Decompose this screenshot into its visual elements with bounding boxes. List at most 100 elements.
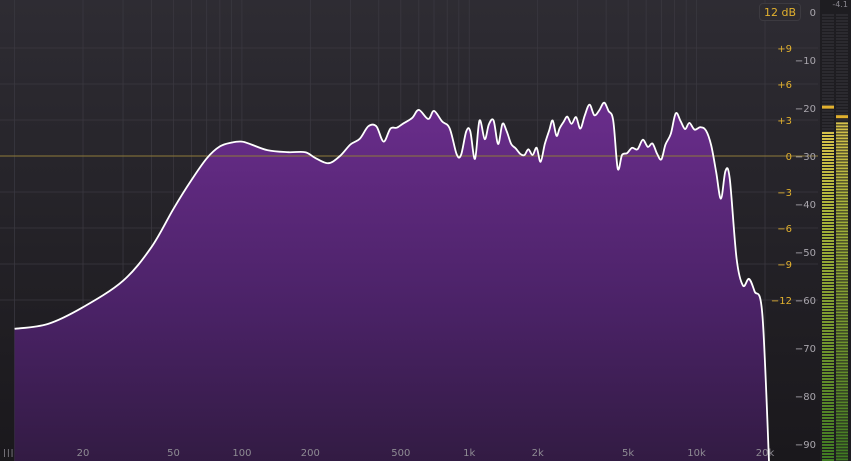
gain-tick-label: −3 <box>777 188 792 199</box>
meter-gap <box>836 397 848 399</box>
range-button[interactable]: 12 dB <box>759 3 801 21</box>
meter-segment <box>836 23 848 25</box>
meter-gap <box>836 283 848 285</box>
meter-segment <box>822 83 834 85</box>
spectrum-analyzer[interactable]: 20 50 100 200 500 1k 2k 5k 10k 20k +9+6+30−3−6−9−… <box>0 0 851 461</box>
meter-gap <box>836 163 848 165</box>
meter-gap <box>822 164 834 165</box>
meter-segment <box>822 71 834 73</box>
meter-gap <box>822 296 834 297</box>
meter-gap <box>836 421 848 423</box>
meter-segment <box>822 74 834 76</box>
meter-gap <box>836 433 848 435</box>
meter-gap <box>822 290 834 291</box>
meter-gap <box>822 317 834 318</box>
meter-gap <box>822 257 834 258</box>
meter-gap <box>822 371 834 372</box>
meter-gap <box>822 329 834 330</box>
meter-gap <box>836 436 848 438</box>
meter-gap <box>822 281 834 282</box>
meter-gap <box>836 271 848 273</box>
db-tick-label: −60 <box>795 296 816 307</box>
meter-gap <box>822 203 834 204</box>
meter-gap <box>836 286 848 288</box>
db-tick-label: −40 <box>795 200 816 211</box>
meter-right-peak <box>836 115 848 119</box>
meter-gap <box>822 218 834 219</box>
meter-segment <box>836 14 848 16</box>
meter-gap <box>836 124 848 126</box>
meter-segment <box>822 98 834 100</box>
meter-segment <box>822 113 834 115</box>
meter-gap <box>822 320 834 321</box>
meter-segment <box>836 59 848 61</box>
meter-gap <box>822 245 834 246</box>
meter-segment <box>822 47 834 49</box>
meter-gap <box>822 416 834 417</box>
meter-gap <box>822 260 834 261</box>
meter-gap <box>836 262 848 264</box>
meter-gap <box>822 188 834 189</box>
meter-gap <box>836 355 848 357</box>
meter-segment <box>822 116 834 118</box>
freq-tick-label: 5k <box>622 448 634 459</box>
meter-gap <box>836 391 848 393</box>
meter-gap <box>822 455 834 456</box>
meter-segment <box>822 38 834 40</box>
meter-gap <box>836 253 848 255</box>
meter-gap <box>822 440 834 441</box>
peak-readout: -4.1 <box>832 0 848 9</box>
gain-tick-label: +3 <box>777 116 792 127</box>
meter-gap <box>836 190 848 192</box>
meter-gap <box>836 211 848 213</box>
meter-segment <box>822 68 834 70</box>
meter-gap <box>836 307 848 309</box>
freq-tick-label: 200 <box>301 448 320 459</box>
meter-gap <box>836 133 848 135</box>
meter-segment <box>836 50 848 52</box>
meter-gap <box>822 251 834 252</box>
meter-gap <box>836 127 848 129</box>
meter-gap <box>822 227 834 228</box>
meter-gap <box>836 172 848 174</box>
meter-gap <box>836 193 848 195</box>
grid-bars-icon[interactable]: ||| <box>2 448 14 457</box>
meter-gap <box>836 409 848 411</box>
meter-gap <box>836 394 848 396</box>
freq-tick-label: 500 <box>391 448 410 459</box>
meter-gap <box>836 157 848 159</box>
meter-gap <box>822 197 834 198</box>
meter-gap <box>836 151 848 153</box>
freq-tick-label: 20k <box>756 448 775 459</box>
meter-gap <box>822 167 834 168</box>
meter-gap <box>822 155 834 156</box>
meter-gap <box>836 325 848 327</box>
meter-segment <box>836 71 848 73</box>
meter-gap <box>836 412 848 414</box>
meter-gap <box>836 259 848 261</box>
meter-gap <box>822 272 834 273</box>
meter-gap <box>822 134 834 135</box>
meter-gap <box>836 334 848 336</box>
meter-gap <box>822 410 834 411</box>
meter-gap <box>822 353 834 354</box>
meter-gap <box>836 322 848 324</box>
meter-gap <box>822 314 834 315</box>
meter-segment <box>822 14 834 16</box>
meter-gap <box>822 263 834 264</box>
meter-gap <box>822 446 834 447</box>
meter-gap <box>836 445 848 447</box>
meter-gap <box>822 452 834 453</box>
meter-gap <box>836 442 848 444</box>
meter-gap <box>822 347 834 348</box>
meter-segment <box>822 29 834 31</box>
meter-segment <box>822 86 834 88</box>
meter-segment <box>836 119 848 121</box>
meter-gap <box>822 266 834 267</box>
meter-segment <box>836 38 848 40</box>
meter-gap <box>822 176 834 177</box>
meter-gap <box>822 275 834 276</box>
meter-gap <box>836 181 848 183</box>
meter-gap <box>822 200 834 201</box>
meter-gap <box>822 380 834 381</box>
